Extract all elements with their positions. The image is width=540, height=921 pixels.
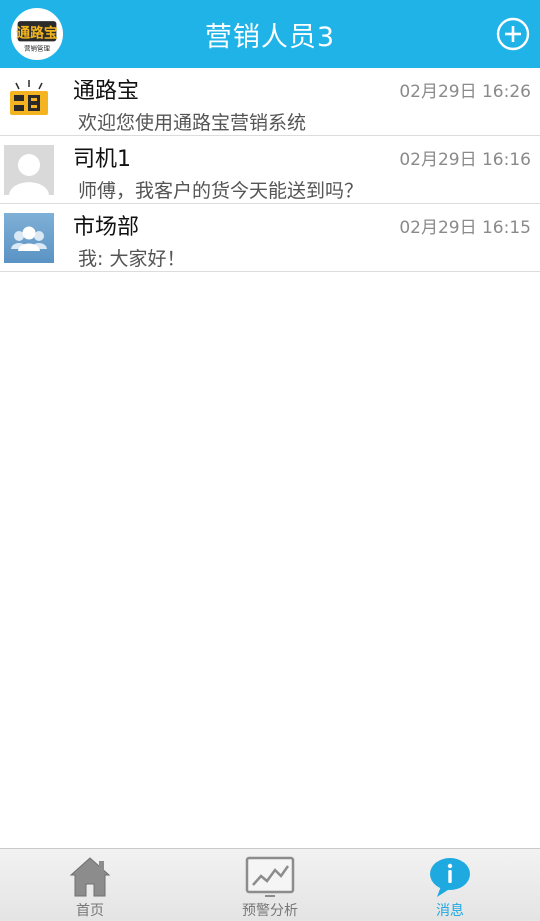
logo-caption: 营销管理 [24, 44, 50, 53]
conversation-preview: 欢迎您使用通路宝营销系统 [78, 112, 307, 134]
conversation-item[interactable]: 通路宝 02月29日 16:26 欢迎您使用通路宝营销系统 [0, 68, 540, 136]
message-icon [425, 855, 475, 899]
header-bar: 通路宝 营销管理 营销人员3 [0, 0, 540, 68]
tab-messages-label: 消息 [436, 903, 464, 919]
group-avatar [4, 213, 54, 263]
home-icon [65, 855, 115, 899]
conversation-item[interactable]: 市场部 02月29日 16:15 我: 大家好！ [0, 204, 540, 272]
conversation-time: 02月29日 16:16 [399, 150, 531, 170]
conversation-list: 通路宝 02月29日 16:26 欢迎您使用通路宝营销系统 司机1 02月29日… [0, 68, 540, 272]
conversation-name: 通路宝 [73, 79, 140, 104]
conversation-preview: 我: 大家好！ [78, 248, 186, 270]
tab-home-label: 首页 [76, 903, 104, 919]
conversation-preview: 师傅，我客户的货今天能送到吗？ [78, 180, 364, 202]
app-logo-icon: 通路宝 营销管理 [13, 10, 61, 58]
conversation-time: 02月29日 16:26 [399, 82, 531, 102]
conversation-item[interactable]: 司机1 02月29日 16:16 师傅，我客户的货今天能送到吗？ [0, 136, 540, 204]
default-user-avatar [4, 145, 54, 195]
page-title: 营销人员3 [204, 21, 336, 53]
tab-warning-analysis-label: 预警分析 [242, 903, 298, 919]
logo-text: 通路宝 [16, 25, 58, 42]
tab-messages[interactable]: 消息 [360, 849, 540, 921]
app-logo-avatar [4, 77, 54, 127]
conversation-name: 司机1 [73, 147, 131, 172]
bottom-nav: 首页 预警分析 消息 [0, 848, 540, 921]
tab-warning-analysis[interactable]: 预警分析 [180, 849, 360, 921]
tab-home[interactable]: 首页 [0, 849, 180, 921]
add-button[interactable] [496, 17, 530, 51]
user-avatar[interactable]: 通路宝 营销管理 [11, 8, 63, 60]
conversation-name: 市场部 [73, 215, 140, 240]
chart-icon [245, 855, 295, 899]
conversation-time: 02月29日 16:15 [399, 218, 531, 238]
app-root: 通路宝 营销管理 营销人员3 通路宝 02月29日 16:26 欢迎您使用通路宝… [0, 0, 540, 921]
plus-circle-icon [496, 17, 530, 51]
